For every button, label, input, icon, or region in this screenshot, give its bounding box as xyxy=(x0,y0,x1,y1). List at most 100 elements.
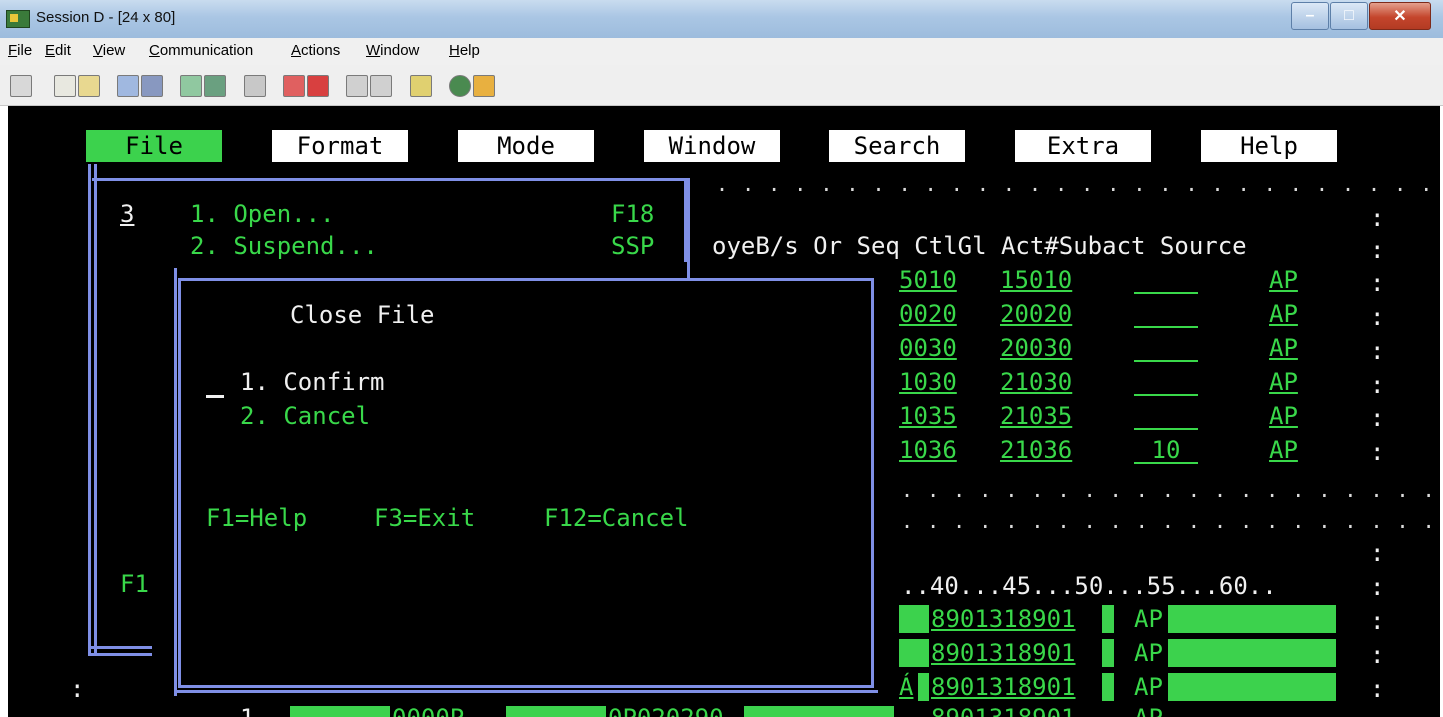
actionbar-mode[interactable]: Mode xyxy=(458,130,594,162)
grid-act[interactable]: 20020 xyxy=(1000,300,1072,328)
lower-row-value[interactable]: 8901318901 xyxy=(931,639,1076,667)
pulldown-fkey[interactable]: F1 xyxy=(120,570,149,598)
column-ruler: ..40...45...50...55...60.. xyxy=(901,572,1277,600)
lower-row-prefix[interactable]: Á xyxy=(899,673,913,701)
menu-selection-field[interactable]: 3 xyxy=(120,200,134,228)
grid-seq[interactable]: 0020 xyxy=(899,300,957,328)
receive-icon[interactable] xyxy=(141,75,163,97)
field-block[interactable] xyxy=(1102,639,1114,667)
grid-sub[interactable] xyxy=(1134,266,1198,294)
transfer-up-icon[interactable] xyxy=(346,75,368,97)
copy-icon[interactable] xyxy=(54,75,76,97)
grid-src[interactable]: AP xyxy=(1269,266,1298,294)
grid-act[interactable]: 20030 xyxy=(1000,334,1072,362)
close-button[interactable]: ✕ xyxy=(1369,2,1431,30)
actionbar-search[interactable]: Search xyxy=(829,130,965,162)
grid-sub[interactable] xyxy=(1134,368,1198,396)
panel-edge: : xyxy=(1370,371,1385,399)
dialog-fkey-cancel[interactable]: F12=Cancel xyxy=(544,504,689,532)
panel-edge: : xyxy=(1370,236,1385,264)
maximize-button[interactable]: □ xyxy=(1330,2,1368,30)
menu-communication[interactable]: Communication xyxy=(149,42,253,59)
lower-row-src[interactable]: AP xyxy=(1134,673,1163,701)
grid-sub[interactable] xyxy=(1134,334,1198,362)
lower-row-value[interactable]: 8901318901 xyxy=(931,673,1076,701)
panel-edge: : xyxy=(1370,438,1385,466)
grid-src[interactable]: AP xyxy=(1269,300,1298,328)
terminal-screen[interactable]: File Format Mode Window Search Extra Hel… xyxy=(8,106,1440,717)
macro-icon[interactable] xyxy=(180,75,202,97)
field-block[interactable] xyxy=(1168,639,1336,667)
edit-icon[interactable] xyxy=(473,75,495,97)
field-block[interactable] xyxy=(290,706,390,717)
grid-seq[interactable]: 0030 xyxy=(899,334,957,362)
input-cursor[interactable] xyxy=(206,395,224,398)
grid-src[interactable]: AP xyxy=(1269,368,1298,396)
grid-seq[interactable]: 1030 xyxy=(899,368,957,396)
field-block[interactable] xyxy=(506,706,606,717)
dialog-option-cancel[interactable]: 2. Cancel xyxy=(240,402,370,430)
field-block[interactable] xyxy=(1102,605,1114,633)
field-block[interactable] xyxy=(899,605,929,633)
lower-row-src[interactable]: AP xyxy=(1134,605,1163,633)
menu-item-suspend[interactable]: 2. Suspend... xyxy=(190,232,378,260)
lower-row-value[interactable]: 8901318901 xyxy=(931,605,1076,633)
menu-item-open[interactable]: 1. Open... xyxy=(190,200,335,228)
transfer-down-icon[interactable] xyxy=(370,75,392,97)
actionbar-file[interactable]: File xyxy=(86,130,222,162)
lower-row-src[interactable]: AP xyxy=(1134,639,1163,667)
menu-edit[interactable]: Edit xyxy=(45,42,71,59)
field-block[interactable] xyxy=(899,639,929,667)
clipboard-icon[interactable] xyxy=(410,75,432,97)
grid-sub[interactable]: 10 xyxy=(1134,436,1198,464)
send-icon[interactable] xyxy=(117,75,139,97)
actionbar-window[interactable]: Window xyxy=(644,130,780,162)
record-icon[interactable] xyxy=(283,75,305,97)
actionbar-extra[interactable]: Extra xyxy=(1015,130,1151,162)
bottom-row-b[interactable]: 0P020290 xyxy=(608,704,724,717)
grid-seq[interactable]: 1036 xyxy=(899,436,957,464)
panel-edge: : xyxy=(1370,404,1385,432)
grid-seq[interactable]: 5010 xyxy=(899,266,957,294)
display-icon[interactable] xyxy=(10,75,32,97)
grid-act[interactable]: 15010 xyxy=(1000,266,1072,294)
grid-src[interactable]: AP xyxy=(1269,436,1298,464)
menu-view[interactable]: View xyxy=(93,42,125,59)
grid-act[interactable]: 21035 xyxy=(1000,402,1072,430)
keypad-icon[interactable] xyxy=(204,75,226,97)
panel-dotted-lower: . . . . . . . . . . . . . . . . . . . . … xyxy=(901,509,1436,533)
minimize-button[interactable]: – xyxy=(1291,2,1329,30)
bottom-row-c[interactable]: 8901318901 xyxy=(931,704,1076,717)
panel-edge: : xyxy=(1370,269,1385,297)
globe-icon[interactable] xyxy=(449,75,471,97)
bottom-row-d[interactable]: AP xyxy=(1134,704,1163,717)
print-icon[interactable] xyxy=(244,75,266,97)
session-app-icon[interactable] xyxy=(6,10,30,28)
field-block[interactable] xyxy=(918,673,929,701)
menu-actions[interactable]: Actions xyxy=(291,42,340,59)
grid-act[interactable]: 21030 xyxy=(1000,368,1072,396)
field-block[interactable] xyxy=(1168,605,1336,633)
menu-window[interactable]: Window xyxy=(366,42,419,59)
frame-edge xyxy=(174,268,177,696)
actionbar-help[interactable]: Help xyxy=(1201,130,1337,162)
field-block[interactable] xyxy=(1102,673,1114,701)
grid-seq[interactable]: 1035 xyxy=(899,402,957,430)
field-block[interactable] xyxy=(1168,673,1336,701)
grid-sub[interactable] xyxy=(1134,402,1198,430)
menu-item-suspend-key: SSP xyxy=(611,232,655,260)
field-block[interactable] xyxy=(744,706,894,717)
actionbar-format[interactable]: Format xyxy=(272,130,408,162)
grid-src[interactable]: AP xyxy=(1269,334,1298,362)
dialog-fkey-help[interactable]: F1=Help xyxy=(206,504,307,532)
paste-icon[interactable] xyxy=(78,75,100,97)
bottom-row-a[interactable]: 0000P xyxy=(392,704,464,717)
play-icon[interactable] xyxy=(307,75,329,97)
grid-sub[interactable] xyxy=(1134,300,1198,328)
grid-act[interactable]: 21036 xyxy=(1000,436,1072,464)
menu-help[interactable]: Help xyxy=(449,42,480,59)
dialog-option-confirm[interactable]: 1. Confirm xyxy=(240,368,385,396)
menu-file[interactable]: File xyxy=(8,42,32,59)
grid-src[interactable]: AP xyxy=(1269,402,1298,430)
dialog-fkey-exit[interactable]: F3=Exit xyxy=(374,504,475,532)
